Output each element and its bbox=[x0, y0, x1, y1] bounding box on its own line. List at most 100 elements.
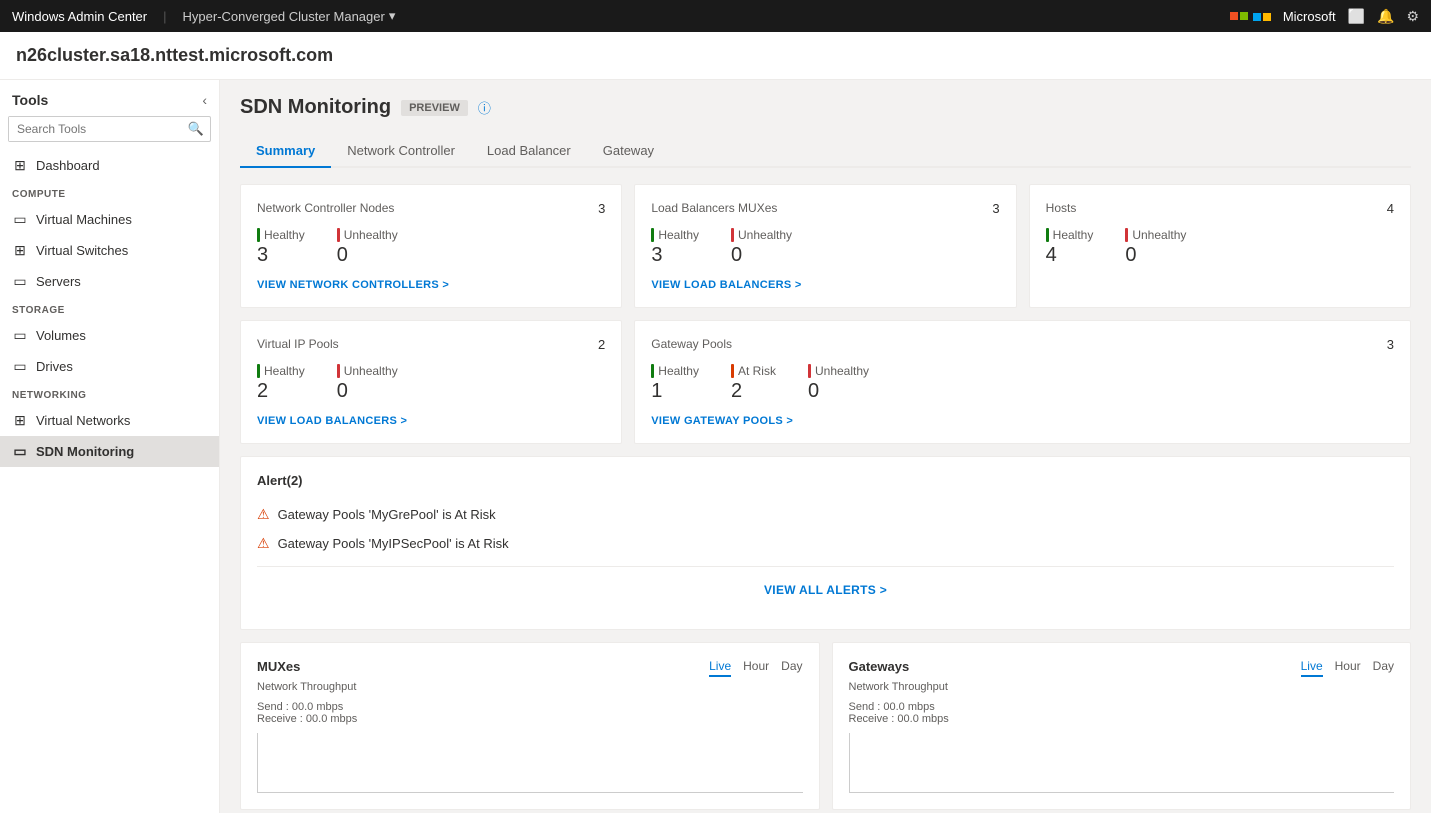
card-lb-title: Load Balancers MUXes bbox=[651, 201, 777, 215]
sidebar-item-virtual-networks[interactable]: ⊞ Virtual Networks bbox=[0, 405, 219, 436]
vip-healthy-value: 2 bbox=[257, 380, 305, 403]
sidebar-collapse-button[interactable]: ‹ bbox=[202, 92, 207, 108]
muxes-tab-day[interactable]: Day bbox=[781, 659, 802, 677]
tools-label: Tools bbox=[12, 92, 48, 108]
tab-network-controller[interactable]: Network Controller bbox=[331, 135, 471, 168]
card-vip-count: 2 bbox=[598, 337, 605, 352]
main-content: SDN Monitoring PREVIEW ⓘ Summary Network… bbox=[220, 80, 1431, 813]
view-vip-link[interactable]: VIEW LOAD BALANCERS > bbox=[257, 415, 605, 427]
preview-badge: PREVIEW bbox=[401, 100, 468, 116]
sidebar-item-dashboard[interactable]: ⊞ Dashboard bbox=[0, 150, 219, 181]
tab-gateway[interactable]: Gateway bbox=[587, 135, 670, 168]
tab-summary[interactable]: Summary bbox=[240, 135, 331, 168]
healthy-bar bbox=[1046, 228, 1049, 242]
muxes-subtitle: Network Throughput bbox=[257, 681, 803, 693]
stat-gp-healthy: Healthy 1 bbox=[651, 364, 699, 403]
unhealthy-bar bbox=[808, 364, 811, 378]
alerts-title: Alert(2) bbox=[257, 473, 1394, 488]
nc-healthy-value: 3 bbox=[257, 244, 305, 267]
notification-icon[interactable]: 🔔 bbox=[1377, 8, 1394, 25]
search-icon: 🔍 bbox=[182, 121, 210, 137]
cluster-manager[interactable]: Hyper-Converged Cluster Manager ▾ bbox=[183, 8, 396, 24]
sidebar-item-servers[interactable]: ▭ Servers bbox=[0, 266, 219, 297]
healthy-bar bbox=[257, 228, 260, 242]
sidebar-item-label: Volumes bbox=[36, 328, 86, 343]
alert-text-1: Gateway Pools 'MyGrePool' is At Risk bbox=[278, 507, 496, 522]
networking-section-label: NETWORKING bbox=[0, 382, 219, 405]
sidebar-item-virtual-machines[interactable]: ▭ Virtual Machines bbox=[0, 204, 219, 235]
gateways-tab-live[interactable]: Live bbox=[1301, 659, 1323, 677]
gateways-tab-hour[interactable]: Hour bbox=[1335, 659, 1361, 677]
nc-unhealthy-value: 0 bbox=[337, 244, 398, 267]
lb-healthy-value: 3 bbox=[651, 244, 699, 267]
sidebar: Tools ‹ 🔍 ⊞ Dashboard COMPUTE ▭ Virtual … bbox=[0, 80, 220, 813]
gateways-receive: Receive : 00.0 mbps bbox=[849, 713, 1395, 725]
muxes-title: MUXes bbox=[257, 659, 300, 674]
server-icon: ▭ bbox=[12, 273, 28, 290]
gateways-tab-day[interactable]: Day bbox=[1373, 659, 1394, 677]
topbar-right: Microsoft ⬜ 🔔 ⚙ bbox=[1230, 8, 1419, 25]
gp-healthy-value: 1 bbox=[651, 380, 699, 403]
sdn-icon: ▭ bbox=[12, 443, 28, 460]
cluster-name: n26cluster.sa18.nttest.microsoft.com bbox=[16, 45, 333, 66]
muxes-tabs: Live Hour Day bbox=[709, 659, 802, 677]
cards-row-1: Network Controller Nodes 3 Healthy 3 bbox=[240, 184, 1411, 308]
hosts-unhealthy-value: 0 bbox=[1125, 244, 1186, 267]
throughput-card-muxes: MUXes Live Hour Day Network Throughput S… bbox=[240, 642, 820, 810]
sidebar-item-label: Dashboard bbox=[36, 158, 100, 173]
warning-icon-1: ⚠ bbox=[257, 506, 270, 523]
volumes-icon: ▭ bbox=[12, 327, 28, 344]
view-all-alerts-button[interactable]: VIEW ALL ALERTS > bbox=[257, 566, 1394, 613]
info-icon[interactable]: ⓘ bbox=[478, 98, 491, 117]
muxes-receive: Receive : 00.0 mbps bbox=[257, 713, 803, 725]
sidebar-item-label: Virtual Machines bbox=[36, 212, 132, 227]
warning-icon-2: ⚠ bbox=[257, 535, 270, 552]
search-box: 🔍 bbox=[8, 116, 211, 142]
settings-icon[interactable]: ⚙ bbox=[1406, 8, 1419, 25]
tab-load-balancer[interactable]: Load Balancer bbox=[471, 135, 587, 168]
sidebar-item-virtual-switches[interactable]: ⊞ Virtual Switches bbox=[0, 235, 219, 266]
card-load-balancers: Load Balancers MUXes 3 Healthy 3 bbox=[634, 184, 1016, 308]
card-virtual-ip: Virtual IP Pools 2 Healthy 2 U bbox=[240, 320, 622, 444]
unhealthy-bar bbox=[731, 228, 734, 242]
screen-icon[interactable]: ⬜ bbox=[1348, 8, 1365, 25]
sidebar-item-volumes[interactable]: ▭ Volumes bbox=[0, 320, 219, 351]
page-tabs: Summary Network Controller Load Balancer… bbox=[240, 135, 1411, 168]
drives-icon: ▭ bbox=[12, 358, 28, 375]
cards-row-2: Virtual IP Pools 2 Healthy 2 U bbox=[240, 320, 1411, 444]
gateways-send: Send : 00.0 mbps bbox=[849, 701, 1395, 713]
throughput-card-gateways: Gateways Live Hour Day Network Throughpu… bbox=[832, 642, 1412, 810]
view-gateway-pools-link[interactable]: VIEW GATEWAY POOLS > bbox=[651, 415, 1394, 427]
card-nc-title: Network Controller Nodes bbox=[257, 201, 394, 215]
compute-section-label: COMPUTE bbox=[0, 181, 219, 204]
gateways-chart bbox=[849, 733, 1395, 793]
search-input[interactable] bbox=[9, 117, 182, 141]
gp-at-risk-value: 2 bbox=[731, 380, 776, 403]
gateways-title: Gateways bbox=[849, 659, 910, 674]
alert-item-2: ⚠ Gateway Pools 'MyIPSecPool' is At Risk bbox=[257, 529, 1394, 558]
stat-gp-at-risk: At Risk 2 bbox=[731, 364, 776, 403]
sidebar-item-label: Virtual Switches bbox=[36, 243, 128, 258]
sidebar-item-label: Drives bbox=[36, 359, 73, 374]
alert-item-1: ⚠ Gateway Pools 'MyGrePool' is At Risk bbox=[257, 500, 1394, 529]
gp-unhealthy-value: 0 bbox=[808, 380, 869, 403]
sidebar-item-sdn-monitoring[interactable]: ▭ SDN Monitoring bbox=[0, 436, 219, 467]
stat-hosts-unhealthy: Unhealthy 0 bbox=[1125, 228, 1186, 267]
unhealthy-bar bbox=[337, 364, 340, 378]
muxes-tab-hour[interactable]: Hour bbox=[743, 659, 769, 677]
muxes-tab-live[interactable]: Live bbox=[709, 659, 731, 677]
sidebar-item-drives[interactable]: ▭ Drives bbox=[0, 351, 219, 382]
vm-icon: ▭ bbox=[12, 211, 28, 228]
alerts-card: Alert(2) ⚠ Gateway Pools 'MyGrePool' is … bbox=[240, 456, 1411, 630]
stat-nc-healthy: Healthy 3 bbox=[257, 228, 305, 267]
card-gp-title: Gateway Pools bbox=[651, 337, 732, 351]
page-title: SDN Monitoring bbox=[240, 96, 391, 119]
card-vip-title: Virtual IP Pools bbox=[257, 337, 339, 351]
cluster-bar: n26cluster.sa18.nttest.microsoft.com bbox=[0, 32, 1431, 80]
view-network-controllers-link[interactable]: VIEW NETWORK CONTROLLERS > bbox=[257, 279, 605, 291]
card-nc-count: 3 bbox=[598, 201, 605, 216]
at-risk-bar bbox=[731, 364, 734, 378]
gateways-tabs: Live Hour Day bbox=[1301, 659, 1394, 677]
view-load-balancers-link[interactable]: VIEW LOAD BALANCERS > bbox=[651, 279, 999, 291]
network-icon: ⊞ bbox=[12, 412, 28, 429]
